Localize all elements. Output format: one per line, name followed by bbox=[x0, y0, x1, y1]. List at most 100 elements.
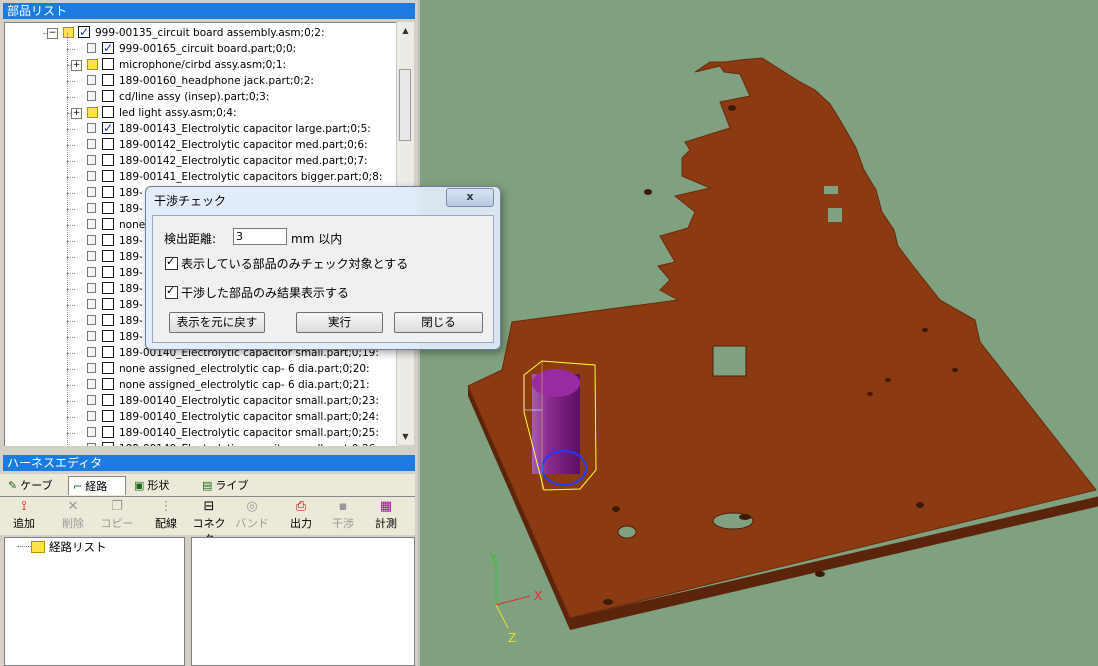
tree-row[interactable]: 189-00140_Electrolytic capacitor small.p… bbox=[5, 425, 397, 441]
circuit-board[interactable] bbox=[467, 57, 1097, 619]
tree-row-label[interactable]: 189-00160_headphone jack.part;0;2: bbox=[119, 73, 314, 89]
tree-row-label[interactable]: 999-00165_circuit board.part;0;0: bbox=[119, 41, 296, 57]
tree-row[interactable]: cd/line assy (insep).part;0;3: bbox=[5, 89, 397, 105]
route-list-root-label[interactable]: 経路リスト bbox=[49, 539, 107, 555]
part-visibility-checkbox[interactable] bbox=[102, 330, 114, 342]
tab-library[interactable]: ▤ライブラリ bbox=[198, 476, 262, 511]
tree-row[interactable]: 189-00142_Electrolytic capacitor med.par… bbox=[5, 137, 397, 153]
tree-row-label[interactable]: led light assy.asm;0;4: bbox=[119, 105, 237, 121]
route-detail-pane[interactable] bbox=[191, 537, 415, 666]
band-button[interactable]: ◎ バンド bbox=[234, 499, 270, 531]
tree-row-label[interactable]: none assigned_electrolytic cap- 6 dia.pa… bbox=[119, 361, 370, 377]
tree-row-label[interactable]: cd/line assy (insep).part;0;3: bbox=[119, 89, 269, 105]
tree-row-label[interactable]: 189- bbox=[119, 265, 143, 281]
wiring-button[interactable]: ⋮ 配線 bbox=[148, 499, 184, 531]
tree-row[interactable]: 189-00141_Electrolytic capacitors bigger… bbox=[5, 169, 397, 185]
tab-shape[interactable]: ▣ 形状 bbox=[130, 476, 192, 495]
part-visibility-checkbox[interactable] bbox=[102, 314, 114, 326]
tree-row[interactable]: 189-00142_Electrolytic capacitor med.par… bbox=[5, 153, 397, 169]
part-visibility-checkbox[interactable] bbox=[102, 298, 114, 310]
part-visibility-checkbox[interactable] bbox=[102, 362, 114, 374]
close-dialog-button[interactable]: 閉じる bbox=[394, 312, 483, 333]
visible-only-checkbox[interactable] bbox=[165, 255, 178, 270]
scroll-thumb[interactable] bbox=[399, 69, 411, 141]
tree-row-label[interactable]: none bbox=[119, 217, 145, 233]
tree-row[interactable]: − 999-00135_circuit board assembly.asm;0;… bbox=[5, 24, 397, 41]
part-visibility-checkbox[interactable] bbox=[102, 266, 114, 278]
part-visibility-checkbox[interactable] bbox=[102, 40, 114, 56]
tree-row-label[interactable]: 189-00142_Electrolytic capacitor med.par… bbox=[119, 153, 368, 169]
tab-cable[interactable]: ✎ケーブル bbox=[4, 476, 66, 511]
output-button[interactable]: ⎙ 出力 bbox=[283, 499, 319, 531]
part-visibility-checkbox[interactable] bbox=[102, 154, 114, 166]
tree-row-label[interactable]: 189- bbox=[119, 233, 143, 249]
part-visibility-checkbox[interactable] bbox=[102, 186, 114, 198]
part-visibility-checkbox[interactable] bbox=[102, 138, 114, 150]
scroll-down-arrow-icon[interactable]: ▼ bbox=[397, 428, 414, 445]
run-button[interactable]: 実行 bbox=[296, 312, 383, 333]
tree-row-label[interactable]: 999-00135_circuit board assembly.asm;0;2… bbox=[95, 25, 325, 41]
part-visibility-checkbox[interactable] bbox=[102, 250, 114, 262]
route-list-tree[interactable]: 経路リスト bbox=[4, 537, 185, 666]
board-3d-view[interactable]: X Y Z bbox=[420, 0, 1098, 666]
part-visibility-checkbox[interactable] bbox=[102, 282, 114, 294]
measure-button[interactable]: ▦ 計測 bbox=[368, 499, 404, 531]
interfering-only-label[interactable]: 干渉した部品のみ結果表示する bbox=[181, 284, 349, 301]
tree-row-label[interactable]: none assigned_electrolytic cap- 6 dia.pa… bbox=[119, 377, 370, 393]
copy-button[interactable]: ❐ コピー bbox=[99, 499, 135, 531]
part-visibility-checkbox[interactable] bbox=[102, 120, 114, 136]
tree-row-label[interactable]: 189-00143_Electrolytic capacitor large.p… bbox=[119, 121, 371, 137]
panel-splitter[interactable] bbox=[0, 446, 415, 454]
interference-button[interactable]: ▪ 干渉 bbox=[325, 499, 361, 531]
tree-row-label[interactable]: 189- bbox=[119, 201, 143, 217]
3d-viewport[interactable]: X Y Z bbox=[418, 0, 1098, 666]
tree-row[interactable]: 999-00165_circuit board.part;0;0: bbox=[5, 40, 397, 57]
part-visibility-checkbox[interactable] bbox=[102, 426, 114, 438]
part-visibility-checkbox[interactable] bbox=[102, 170, 114, 182]
part-visibility-checkbox[interactable] bbox=[102, 394, 114, 406]
tree-row[interactable]: + microphone/cirbd assy.asm;0;1: bbox=[5, 57, 397, 73]
part-visibility-checkbox[interactable] bbox=[102, 410, 114, 422]
expand-icon[interactable]: + bbox=[71, 108, 82, 119]
tree-row[interactable]: 189-00160_headphone jack.part;0;2: bbox=[5, 73, 397, 89]
distance-input[interactable] bbox=[233, 228, 287, 245]
tree-row-label[interactable]: microphone/cirbd assy.asm;0;1: bbox=[119, 57, 286, 73]
part-visibility-checkbox[interactable] bbox=[102, 202, 114, 214]
expand-icon[interactable]: + bbox=[71, 60, 82, 71]
scroll-up-arrow-icon[interactable]: ▲ bbox=[397, 22, 414, 39]
reset-view-button[interactable]: 表示を元に戻す bbox=[169, 312, 265, 333]
part-visibility-checkbox[interactable] bbox=[102, 234, 114, 246]
part-visibility-checkbox[interactable] bbox=[102, 346, 114, 358]
delete-button[interactable]: ✕ 削除 bbox=[55, 499, 91, 531]
tree-row[interactable]: 189-00140_Electrolytic capacitor small.p… bbox=[5, 393, 397, 409]
part-visibility-checkbox[interactable] bbox=[78, 24, 90, 40]
tree-row[interactable]: 189-00143_Electrolytic capacitor large.p… bbox=[5, 120, 397, 137]
tree-row-label[interactable]: 189-00140_Electrolytic capacitor small.p… bbox=[119, 425, 379, 441]
add-button[interactable]: ⟟ 追加 bbox=[6, 499, 42, 531]
tree-row-label[interactable]: 189-00140_Electrolytic capacitor small.p… bbox=[119, 393, 379, 409]
dialog-close-button[interactable]: x bbox=[446, 188, 494, 207]
tree-row[interactable]: + led light assy.asm;0;4: bbox=[5, 105, 397, 121]
interfering-only-checkbox[interactable] bbox=[165, 284, 178, 299]
tree-row-label[interactable]: 189- bbox=[119, 329, 143, 345]
part-visibility-checkbox[interactable] bbox=[102, 90, 114, 102]
tree-row-label[interactable]: 189- bbox=[119, 249, 143, 265]
tree-row-label[interactable]: 189- bbox=[119, 297, 143, 313]
tree-row-label[interactable]: 189- bbox=[119, 281, 143, 297]
tree-row-label[interactable]: 189-00142_Electrolytic capacitor med.par… bbox=[119, 137, 368, 153]
part-visibility-checkbox[interactable] bbox=[102, 106, 114, 118]
visible-only-label[interactable]: 表示している部品のみチェック対象とする bbox=[181, 255, 408, 272]
tree-row-label[interactable]: 189-00141_Electrolytic capacitors bigger… bbox=[119, 169, 382, 185]
part-visibility-checkbox[interactable] bbox=[102, 74, 114, 86]
tree-row[interactable]: 189-00140_Electrolytic capacitor small.p… bbox=[5, 409, 397, 425]
tree-row[interactable]: none assigned_electrolytic cap- 6 dia.pa… bbox=[5, 361, 397, 377]
part-visibility-checkbox[interactable] bbox=[102, 58, 114, 70]
tree-row-label[interactable]: 189-00140_Electrolytic capacitor small.p… bbox=[119, 409, 379, 425]
tree-row[interactable]: none assigned_electrolytic cap- 6 dia.pa… bbox=[5, 377, 397, 393]
collapse-icon[interactable]: − bbox=[47, 28, 58, 39]
part-visibility-checkbox[interactable] bbox=[102, 378, 114, 390]
tab-route[interactable]: ⌐ 経路 bbox=[68, 476, 126, 495]
tree-row-label[interactable]: 189- bbox=[119, 185, 143, 201]
part-visibility-checkbox[interactable] bbox=[102, 218, 114, 230]
tree-row-label[interactable]: 189- bbox=[119, 313, 143, 329]
